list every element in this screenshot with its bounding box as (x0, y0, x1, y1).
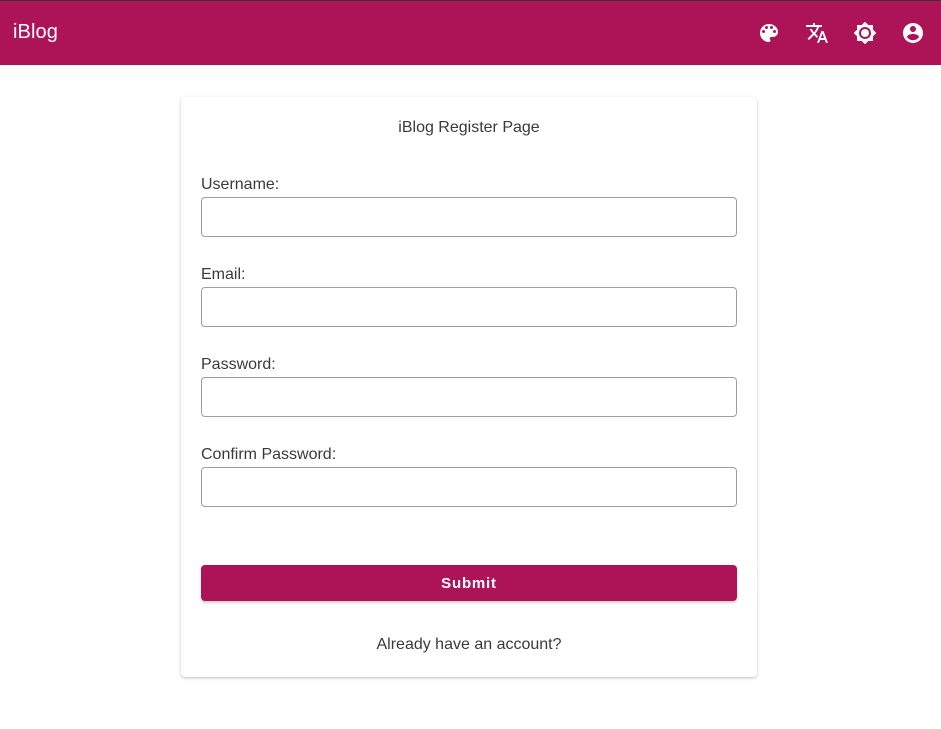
translate-button[interactable] (801, 17, 833, 49)
confirm-password-field[interactable] (201, 467, 737, 507)
username-label: Username: (201, 176, 280, 193)
username-field[interactable] (201, 197, 737, 237)
brand-title[interactable]: iBlog (13, 21, 58, 44)
password-label: Password: (201, 356, 276, 373)
password-field[interactable] (201, 377, 737, 417)
page-title: iBlog Register Page (398, 119, 540, 136)
account-icon (903, 23, 923, 43)
translate-icon (806, 23, 828, 43)
account-button[interactable] (897, 17, 929, 49)
register-card: iBlog Register Page Username: Email: Pas… (181, 97, 757, 677)
login-link[interactable]: Already have an account? (181, 636, 757, 654)
palette-icon (760, 24, 778, 42)
palette-button[interactable] (753, 17, 785, 49)
app-bar: iBlog (0, 0, 941, 65)
brightness-icon (853, 21, 877, 45)
email-label: Email: (201, 266, 246, 283)
confirm-password-label: Confirm Password: (201, 446, 337, 463)
theme-toggle-button[interactable] (849, 17, 881, 49)
email-field[interactable] (201, 287, 737, 327)
submit-button[interactable]: Submit (201, 565, 737, 601)
